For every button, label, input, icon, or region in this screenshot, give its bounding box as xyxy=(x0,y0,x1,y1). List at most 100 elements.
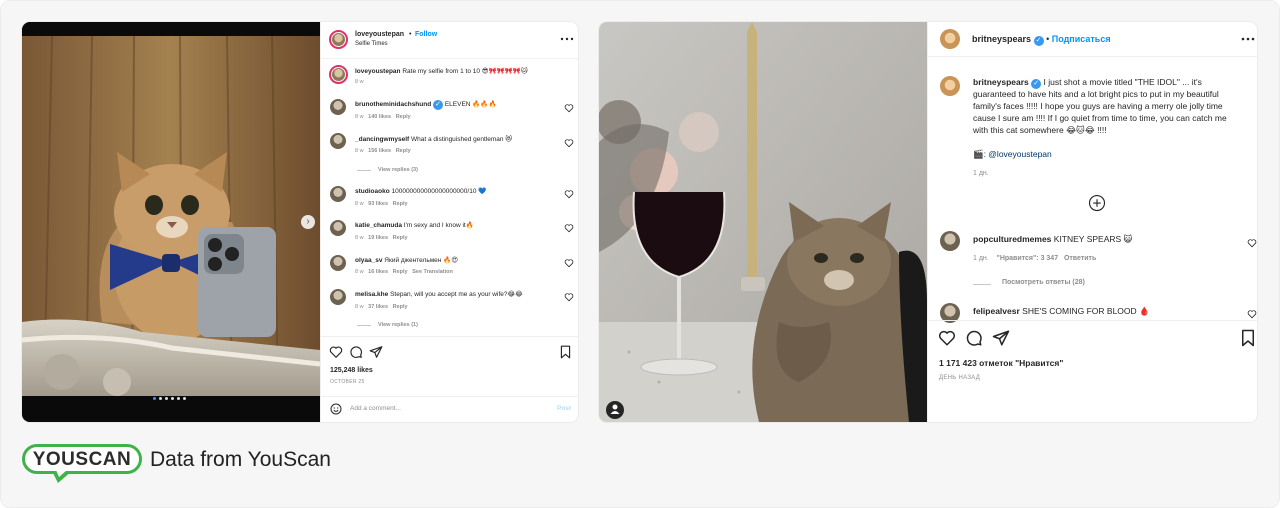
author-username[interactable]: britneyspears xyxy=(972,34,1031,44)
location-subtitle[interactable]: Selfie Times xyxy=(355,41,388,47)
carousel-dots xyxy=(153,397,193,401)
post-photo-cat-selfie[interactable]: › xyxy=(22,22,320,422)
comment-username[interactable]: katie_chamuda xyxy=(355,222,402,229)
comment-username[interactable]: brunotheminidachshund xyxy=(355,101,431,108)
comment-like-icon[interactable] xyxy=(564,103,574,113)
comment-username[interactable]: studioaoko xyxy=(355,188,390,195)
verified-badge-icon: ✓ xyxy=(1031,79,1042,89)
comment-username[interactable]: popculturedmemes xyxy=(973,234,1051,244)
caption-avatar[interactable] xyxy=(940,76,960,96)
comment-likes[interactable]: 16 likes xyxy=(368,269,388,275)
comment-likes[interactable]: 156 likes xyxy=(368,148,391,154)
comment-likes[interactable]: 140 likes xyxy=(368,114,391,120)
comment-avatar[interactable] xyxy=(330,133,346,149)
comment-2: felipealvesr SHE'S COMING FOR BLOOD 🩸 xyxy=(973,306,1150,317)
comment-time: 8 w xyxy=(355,201,364,207)
more-options-icon[interactable] xyxy=(1240,37,1256,41)
post-comment-button[interactable]: Post xyxy=(557,405,571,412)
add-comment-input[interactable]: Add a comment... xyxy=(350,405,401,412)
header-divider xyxy=(321,58,578,59)
comment-reply-button[interactable]: Reply xyxy=(396,114,411,120)
comment-2: _dancingwmyself What a distinguished gen… xyxy=(355,135,512,143)
comment-reply-button[interactable]: Reply xyxy=(393,235,408,241)
comment-username[interactable]: melisa.khe xyxy=(355,291,388,298)
data-source-label: Data from YouScan xyxy=(150,448,331,471)
follow-button[interactable]: Follow xyxy=(415,31,437,38)
comment-text: Stepan, will you accept me as your wife?… xyxy=(390,291,523,298)
comment-likes[interactable]: "Нравится": 3 347 xyxy=(997,255,1059,262)
share-paper-plane-icon[interactable] xyxy=(992,329,1010,347)
comment-username[interactable]: olyaa_sv xyxy=(355,257,382,264)
caption-username[interactable]: britneyspears xyxy=(973,77,1029,87)
load-more-comments-icon[interactable] xyxy=(1088,194,1106,212)
comment-text: KITNEY SPEARS 😺 xyxy=(1053,234,1133,244)
comment-avatar[interactable] xyxy=(330,255,346,271)
comment-like-icon[interactable] xyxy=(1247,238,1257,248)
comment-avatar[interactable] xyxy=(330,186,346,202)
comment-username[interactable]: felipealvesr xyxy=(973,306,1020,316)
share-paper-plane-icon[interactable] xyxy=(369,345,383,359)
author-username[interactable]: loveyoustepan xyxy=(355,31,404,38)
actions-divider xyxy=(321,336,578,337)
comment-like-icon[interactable] xyxy=(564,292,574,302)
author-avatar[interactable] xyxy=(940,29,960,49)
post-photo-cat-wine[interactable] xyxy=(599,22,927,422)
comment-like-icon[interactable] xyxy=(564,138,574,148)
comment-like-icon[interactable] xyxy=(1247,309,1257,319)
save-bookmark-icon[interactable] xyxy=(1240,329,1256,347)
comment-username[interactable]: _dancingwmyself xyxy=(355,136,409,143)
like-heart-icon[interactable] xyxy=(329,345,343,359)
see-translation-button[interactable]: See Translation xyxy=(412,269,453,275)
comment-text: I'm sexy and I know it🔥 xyxy=(403,222,474,229)
caption-line-1: britneyspears ✓ I just shot a movie titl… xyxy=(973,77,1202,89)
caption-mention[interactable]: 🎬: @loveyoustepan xyxy=(973,149,1052,160)
more-options-icon[interactable] xyxy=(559,37,575,41)
view-replies-button[interactable]: Посмотреть ответы (28) xyxy=(1002,279,1085,286)
like-heart-icon[interactable] xyxy=(938,329,956,347)
post-side-panel: loveyoustepan • Follow Selfie Times love… xyxy=(320,22,578,422)
comment-time: 8 w xyxy=(355,269,364,275)
like-count[interactable]: 125,248 likes xyxy=(330,367,373,374)
comment-reply-button[interactable]: Reply xyxy=(393,304,408,310)
comment-meta: 8 w 156 likes Reply xyxy=(355,148,411,154)
comment-reply-button[interactable]: Reply xyxy=(393,269,408,275)
comment-likes[interactable]: 93 likes xyxy=(368,201,388,207)
view-replies-button[interactable]: View replies (1) xyxy=(378,322,418,328)
save-bookmark-icon[interactable] xyxy=(559,345,572,359)
comment-text: What a distinguished gentleman 😻 xyxy=(411,136,513,143)
like-count[interactable]: 1 171 423 отметок "Нравится" xyxy=(939,358,1063,368)
verified-badge-icon: ✓ xyxy=(433,100,444,110)
emoji-smiley-icon[interactable] xyxy=(330,403,342,415)
subscribe-button[interactable]: Подписаться xyxy=(1052,34,1111,44)
view-replies-button[interactable]: View replies (3) xyxy=(378,167,418,173)
caption-text: Rate my selfie from 1 to 10 😎🎀🎀🎀🎀🐱 xyxy=(402,68,528,75)
author-avatar[interactable] xyxy=(329,30,348,49)
author-header: britneyspears ✓ • Подписаться xyxy=(972,34,1111,46)
comment-avatar[interactable] xyxy=(330,99,346,115)
comment-bubble-icon[interactable] xyxy=(965,329,983,347)
comment-likes[interactable]: 19 likes xyxy=(368,235,388,241)
caption-line-4: cause I sure am !!!! If I go quiet from … xyxy=(973,113,1227,123)
comment-likes[interactable]: 37 likes xyxy=(368,304,388,310)
caption-username[interactable]: loveyoustepan xyxy=(355,68,401,75)
tagged-user-icon[interactable] xyxy=(606,401,624,419)
comment-avatar[interactable] xyxy=(940,231,960,251)
comment-like-icon[interactable] xyxy=(564,223,574,233)
comment-avatar[interactable] xyxy=(330,220,346,236)
header-separator-dot: • xyxy=(1046,34,1050,44)
youscan-logo: YOUSCAN xyxy=(22,444,142,474)
comment-reply-button[interactable]: Reply xyxy=(393,201,408,207)
caption-line-5: with this cat somewhere 😂🐱😂 !!!! xyxy=(973,125,1107,135)
caption-avatar[interactable] xyxy=(329,65,348,84)
comment-reply-button[interactable]: Reply xyxy=(396,148,411,154)
carousel-next-button[interactable]: › xyxy=(301,215,315,229)
comment-bubble-icon[interactable] xyxy=(349,345,363,359)
comment-reply-button[interactable]: Ответить xyxy=(1064,255,1096,262)
instagram-post-stepan: › loveyoustepan • Follow Selfie Times lo… xyxy=(22,22,578,422)
caption-time: 8 w xyxy=(355,79,364,85)
comment-avatar[interactable] xyxy=(330,289,346,305)
comment-like-icon[interactable] xyxy=(564,189,574,199)
post-date: ДЕНЬ НАЗАД xyxy=(939,375,981,381)
actions-divider xyxy=(928,320,1257,321)
comment-like-icon[interactable] xyxy=(564,258,574,268)
